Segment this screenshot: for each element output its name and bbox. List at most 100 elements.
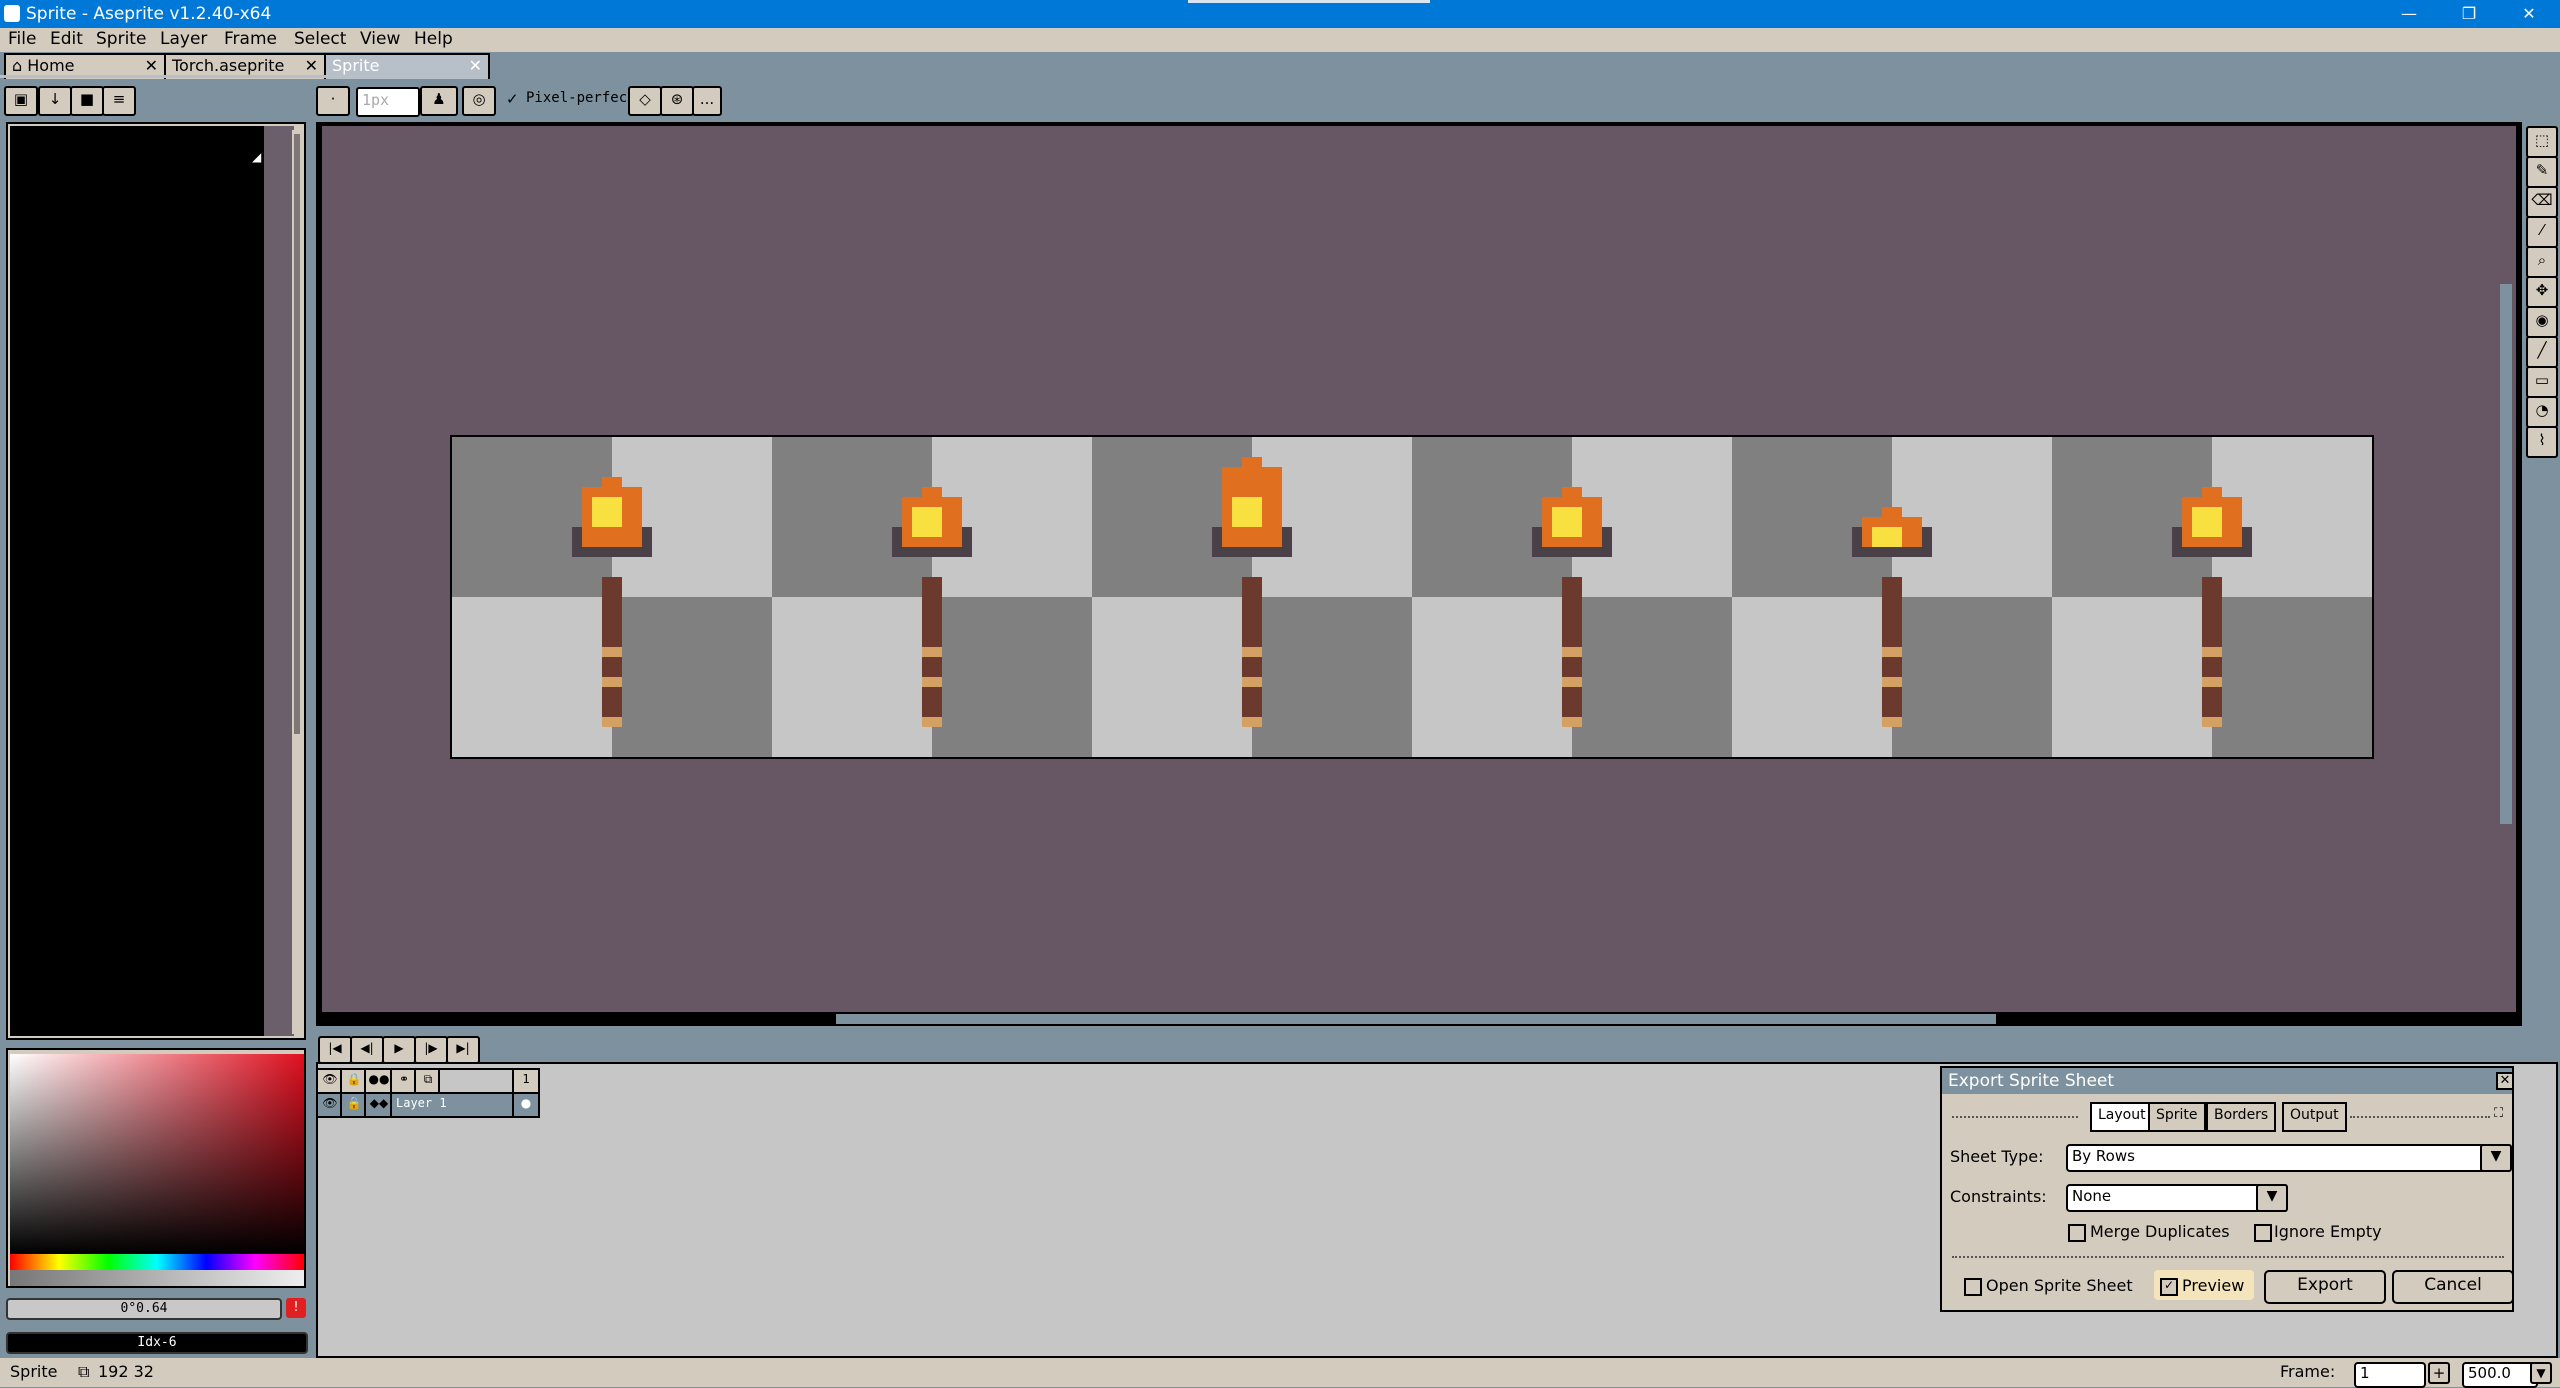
move-icon[interactable]: ✥ [2526,276,2558,308]
pencil-icon[interactable]: ✎ [2526,156,2558,188]
dialog-expand-icon[interactable]: ⛶ [2494,1106,2503,1121]
ignore-empty-label[interactable]: Ignore Empty [2274,1222,2382,1241]
download-icon[interactable]: ↓ [38,86,72,116]
menu-help[interactable]: Help [414,29,453,49]
eraser-icon[interactable]: ⌫ [2526,186,2558,218]
sheet-type-select[interactable]: By Rows [2066,1144,2492,1172]
preview-canvas[interactable] [10,126,294,1036]
rectangle-icon[interactable]: ▭ [2526,366,2558,398]
torch-flame-tip [922,487,942,497]
play-icon[interactable]: ▶ [382,1036,416,1064]
first-frame-icon[interactable]: |◀ [318,1036,352,1064]
zoom-icon[interactable]: ⌕ [2526,246,2558,278]
dialog-separator [1952,1116,2078,1118]
editor-vertical-scrollbar[interactable] [2500,284,2512,824]
zoom-field[interactable]: 500.0 [2462,1362,2538,1388]
menu-layer[interactable]: Layer [160,29,207,49]
brush-size-field[interactable]: 1px [356,87,420,117]
lock-icon[interactable]: ▣ [4,86,38,116]
menu-view[interactable]: View [360,29,400,49]
chevron-down-icon[interactable]: ▼ [2480,1144,2512,1172]
maximize-button[interactable]: ❐ [2446,0,2492,28]
torch-tip [1242,717,1262,727]
minimize-button[interactable]: — [2386,0,2432,28]
tab-layout[interactable]: Layout [2090,1102,2154,1132]
color-index-field[interactable]: Idx-6 [6,1332,308,1354]
ignore-empty-checkbox[interactable] [2254,1224,2272,1242]
torch-band [922,677,942,687]
open-sprite-sheet-checkbox[interactable] [1964,1278,1982,1296]
status-sprite-name: Sprite [10,1362,58,1381]
torch-band [1562,647,1582,657]
resize-corner-icon[interactable]: ◢ [252,150,261,164]
next-frame-icon[interactable]: |▶ [414,1036,448,1064]
document-tabs: ⌂ Home ✕ Torch.aseprite ✕ Sprite ✕ [0,52,2560,79]
checker-tile [2052,597,2212,757]
add-frame-icon[interactable]: + [2428,1362,2450,1384]
zoom-dropdown-icon[interactable]: ▼ [2530,1362,2552,1384]
constraints-select[interactable]: None [2066,1184,2268,1212]
fill-icon[interactable]: ◉ [2526,306,2558,338]
checker-tile [772,597,932,757]
preview-checkbox[interactable]: ✓ [2160,1278,2178,1296]
editor-horizontal-scrollbar[interactable] [836,1014,1996,1024]
pixel-perfect-check-icon[interactable]: ✓ [506,90,519,108]
sprite-sheet-drawing [452,437,2372,757]
tab-sprite-label: Sprite [332,56,380,75]
tab-output[interactable]: Output [2282,1102,2347,1132]
close-window-button[interactable]: ✕ [2506,0,2552,28]
tab-close-icon[interactable]: ✕ [305,55,318,77]
open-sprite-sheet-label[interactable]: Open Sprite Sheet [1986,1276,2133,1295]
preview-label[interactable]: Preview [2182,1276,2244,1295]
sprite-sheet[interactable] [450,435,2374,759]
checker-tile [1892,597,2052,757]
saturation-value-picker[interactable] [10,1054,304,1254]
checker-tile [1412,597,1572,757]
tab-borders[interactable]: Borders [2206,1102,2277,1132]
blur-icon[interactable]: ◔ [2526,396,2558,428]
menu-sprite[interactable]: Sprite [96,29,146,49]
frame-field[interactable]: 1 [2354,1362,2426,1388]
menu-edit[interactable]: Edit [50,29,83,49]
prev-frame-icon[interactable]: ◀| [350,1036,384,1064]
eyedropper-icon[interactable]: ⁄ [2526,216,2558,248]
tab-sprite-options[interactable]: Sprite [2148,1102,2206,1132]
frame-header[interactable]: 1 [512,1068,540,1094]
merge-duplicates-label[interactable]: Merge Duplicates [2090,1222,2230,1241]
pixel-perfect-label[interactable]: Pixel-perfect [526,90,636,106]
chevron-down-icon[interactable]: ▼ [2256,1184,2288,1212]
brush-type-button[interactable]: · [316,86,350,116]
torch-flame-core [592,497,622,527]
layer-name[interactable]: Layer 1 [390,1092,520,1118]
checker-tile [452,597,612,757]
opacity-icon[interactable]: ◎ [462,86,496,116]
menu-select[interactable]: Select [294,29,346,49]
export-button[interactable]: Export [2264,1270,2386,1304]
preview-scroll-thumb[interactable] [294,134,300,734]
merge-duplicates-checkbox[interactable] [2068,1224,2086,1242]
more-options-button[interactable]: ... [692,86,722,116]
symmetry-icon[interactable]: ◇ [628,86,662,116]
last-frame-icon[interactable]: ▶| [446,1036,480,1064]
ink-icon[interactable]: ♟ [420,86,458,116]
tiled-icon[interactable]: ⊛ [660,86,694,116]
tab-close-icon[interactable]: ✕ [469,55,482,77]
tab-close-icon[interactable]: ✕ [145,55,158,77]
torch-flame-tip [1882,507,1902,517]
cel-icon[interactable]: ● [512,1092,540,1118]
cancel-button[interactable]: Cancel [2392,1270,2514,1304]
menu-frame[interactable]: Frame [224,29,277,49]
torch-tip [1562,717,1582,727]
warning-icon[interactable]: ! [286,1298,306,1318]
color-value-field[interactable]: 0°0.64 [6,1298,282,1320]
line-icon[interactable]: ╱ [2526,336,2558,368]
menu-file[interactable]: File [8,29,36,49]
brush-icon[interactable]: ⌇ [2526,426,2558,458]
checker-tile [2212,597,2372,757]
marquee-icon[interactable]: ⬚ [2526,126,2558,158]
layer-icon[interactable]: ■ [70,86,104,116]
alpha-slider[interactable] [10,1270,304,1286]
menu-icon[interactable]: ≡ [102,86,136,116]
hue-slider[interactable] [10,1254,304,1270]
dialog-close-icon[interactable]: ✕ [2496,1072,2514,1090]
